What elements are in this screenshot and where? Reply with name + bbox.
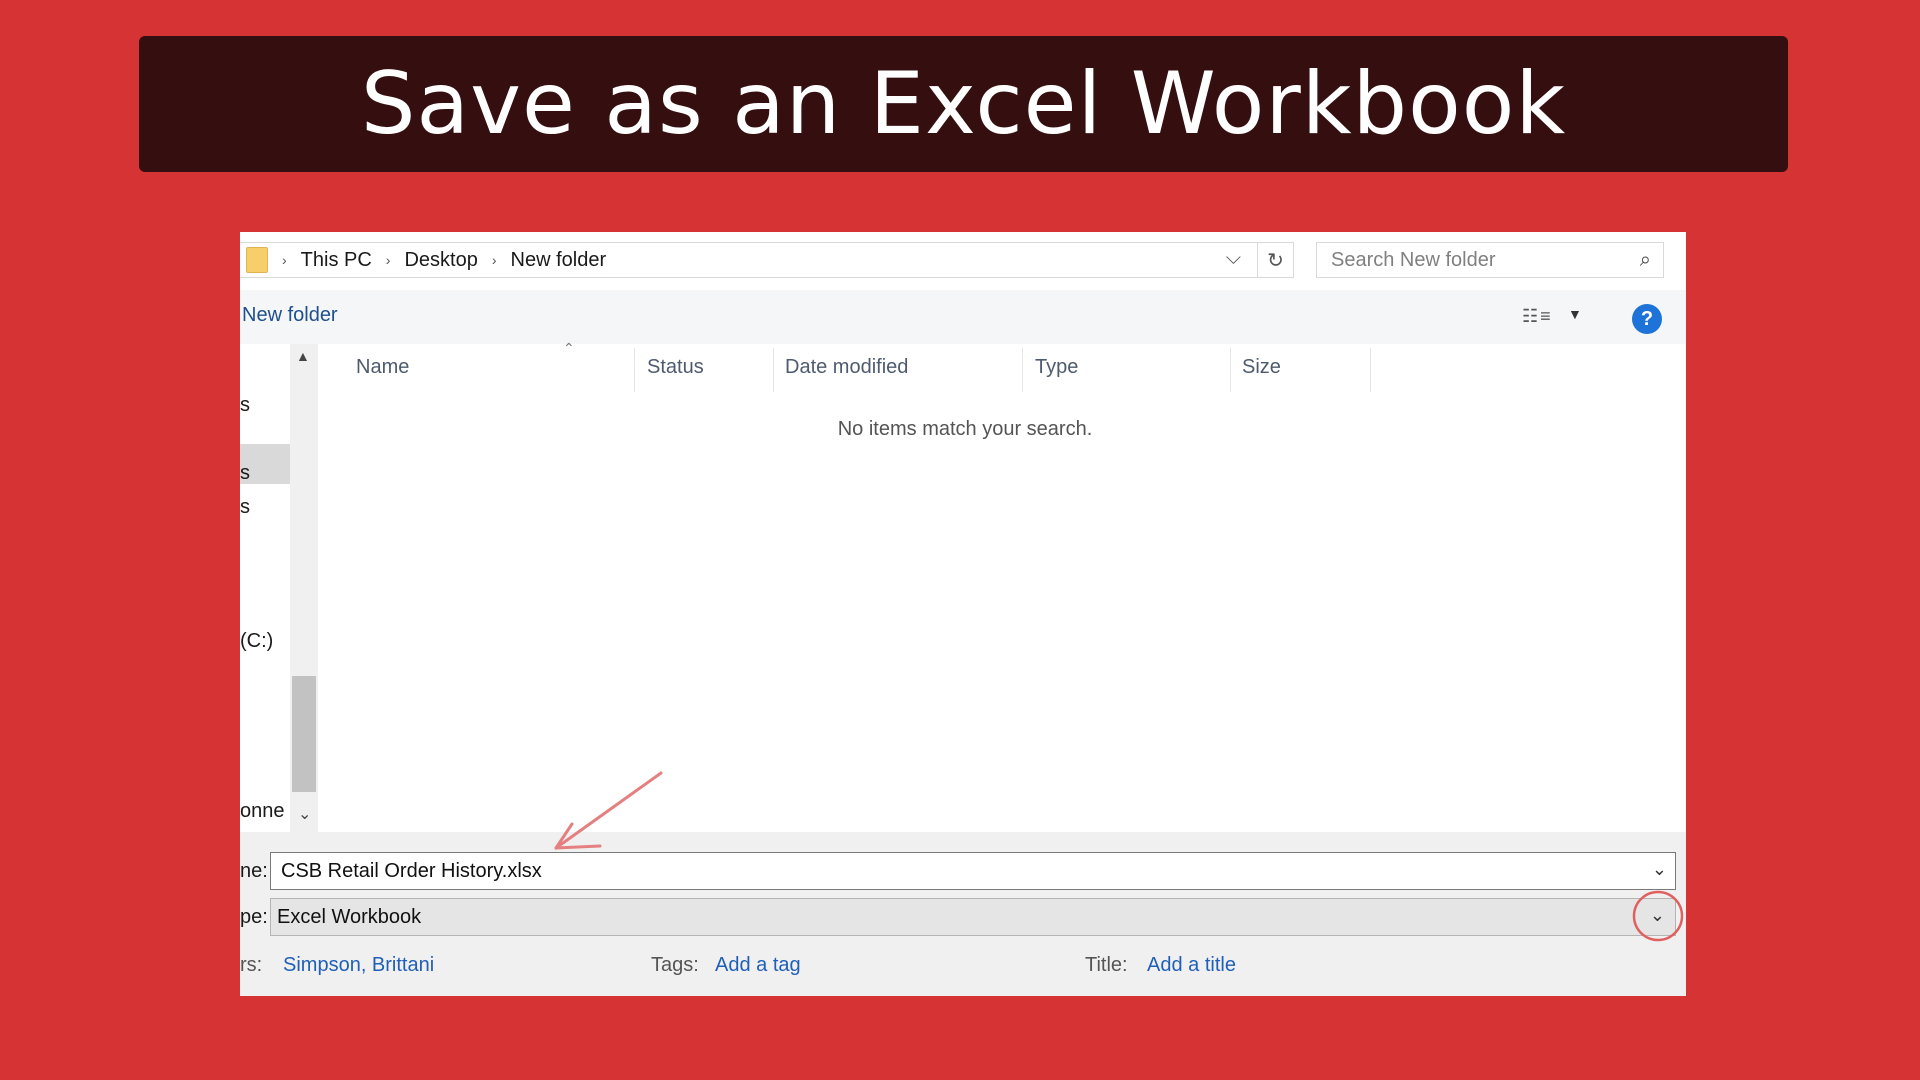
authors-label: rs: <box>240 954 263 976</box>
filename-input[interactable] <box>281 859 1621 883</box>
column-header-size[interactable]: Size <box>1242 356 1281 379</box>
file-list: ⌃ Name Status Date modified Type Size No… <box>320 340 1686 832</box>
view-options-icon[interactable]: ☷≡ <box>1522 306 1553 327</box>
navigation-pane: s s s (C:) onne ▲ ⌄ <box>240 344 320 832</box>
column-divider[interactable] <box>1022 348 1023 392</box>
address-row: › This PC › Desktop › New folder ⌵ ↻ ⌕ <box>240 232 1686 290</box>
toolbar: New folder ☷≡ ▼ ? <box>240 290 1686 344</box>
tags-label: Tags: <box>651 954 699 976</box>
save-as-dialog: › This PC › Desktop › New folder ⌵ ↻ ⌕ N… <box>240 232 1686 996</box>
address-bar[interactable]: › This PC › Desktop › New folder ⌵ ↻ <box>240 242 1294 278</box>
filetype-select[interactable]: Excel Workbook ⌄ <box>270 898 1676 936</box>
breadcrumb-new-folder[interactable]: New folder <box>511 249 607 272</box>
chevron-down-icon[interactable]: ⌄ <box>1652 859 1667 880</box>
filetype-label: pe: <box>240 906 268 928</box>
filename-field: ⌄ <box>270 852 1676 890</box>
column-header-type[interactable]: Type <box>1035 356 1078 379</box>
nav-item[interactable]: s <box>240 462 250 485</box>
save-form: ne: ⌄ pe: Excel Workbook ⌄ rs: Simpson, … <box>240 832 1686 996</box>
nav-item[interactable]: s <box>240 496 250 519</box>
column-divider[interactable] <box>1370 348 1371 392</box>
chevron-down-icon[interactable]: ⌄ <box>1650 905 1665 926</box>
nav-item-onedrive[interactable]: onne <box>240 800 285 823</box>
nav-item-local-disk[interactable]: (C:) <box>240 630 273 653</box>
column-divider[interactable] <box>1230 348 1231 392</box>
nav-item[interactable]: s <box>240 394 250 417</box>
authors-value[interactable]: Simpson, Brittani <box>283 954 434 977</box>
filetype-value: Excel Workbook <box>277 905 422 928</box>
column-header-name[interactable]: Name <box>356 356 409 379</box>
refresh-icon[interactable]: ↻ <box>1257 243 1293 277</box>
chevron-down-icon[interactable]: ⌵ <box>1226 247 1241 270</box>
new-folder-button[interactable]: New folder <box>242 304 338 327</box>
caret-down-icon[interactable]: ▼ <box>1568 306 1582 322</box>
title-value[interactable]: Add a title <box>1147 954 1236 977</box>
filename-label: ne: <box>240 860 268 882</box>
scrollbar-thumb[interactable] <box>292 676 316 792</box>
column-header-status[interactable]: Status <box>647 356 704 379</box>
empty-message: No items match your search. <box>837 418 1093 440</box>
column-divider[interactable] <box>773 348 774 392</box>
column-divider[interactable] <box>634 348 635 392</box>
chevron-right-icon[interactable]: › <box>386 252 391 268</box>
title-label: Title: <box>1085 954 1128 976</box>
chevron-right-icon[interactable]: › <box>492 252 497 268</box>
search-icon[interactable]: ⌕ <box>1640 249 1651 272</box>
scroll-up-icon[interactable]: ▲ <box>296 348 310 364</box>
search-box: ⌕ <box>1316 242 1664 278</box>
sort-caret-icon: ⌃ <box>563 340 575 356</box>
title-banner: Save as an Excel Workbook <box>139 36 1788 172</box>
chevron-down-icon[interactable]: ⌄ <box>298 804 311 824</box>
chevron-right-icon[interactable]: › <box>282 252 287 268</box>
column-header-date-modified[interactable]: Date modified <box>785 356 908 379</box>
breadcrumb-this-pc[interactable]: This PC <box>301 249 372 272</box>
search-input[interactable] <box>1331 248 1621 272</box>
help-icon[interactable]: ? <box>1632 304 1662 334</box>
breadcrumb-desktop[interactable]: Desktop <box>404 249 477 272</box>
tags-value[interactable]: Add a tag <box>715 954 801 977</box>
folder-icon <box>246 247 268 273</box>
nav-scrollbar[interactable]: ▲ <box>290 344 318 832</box>
page-title: Save as an Excel Workbook <box>360 54 1567 154</box>
